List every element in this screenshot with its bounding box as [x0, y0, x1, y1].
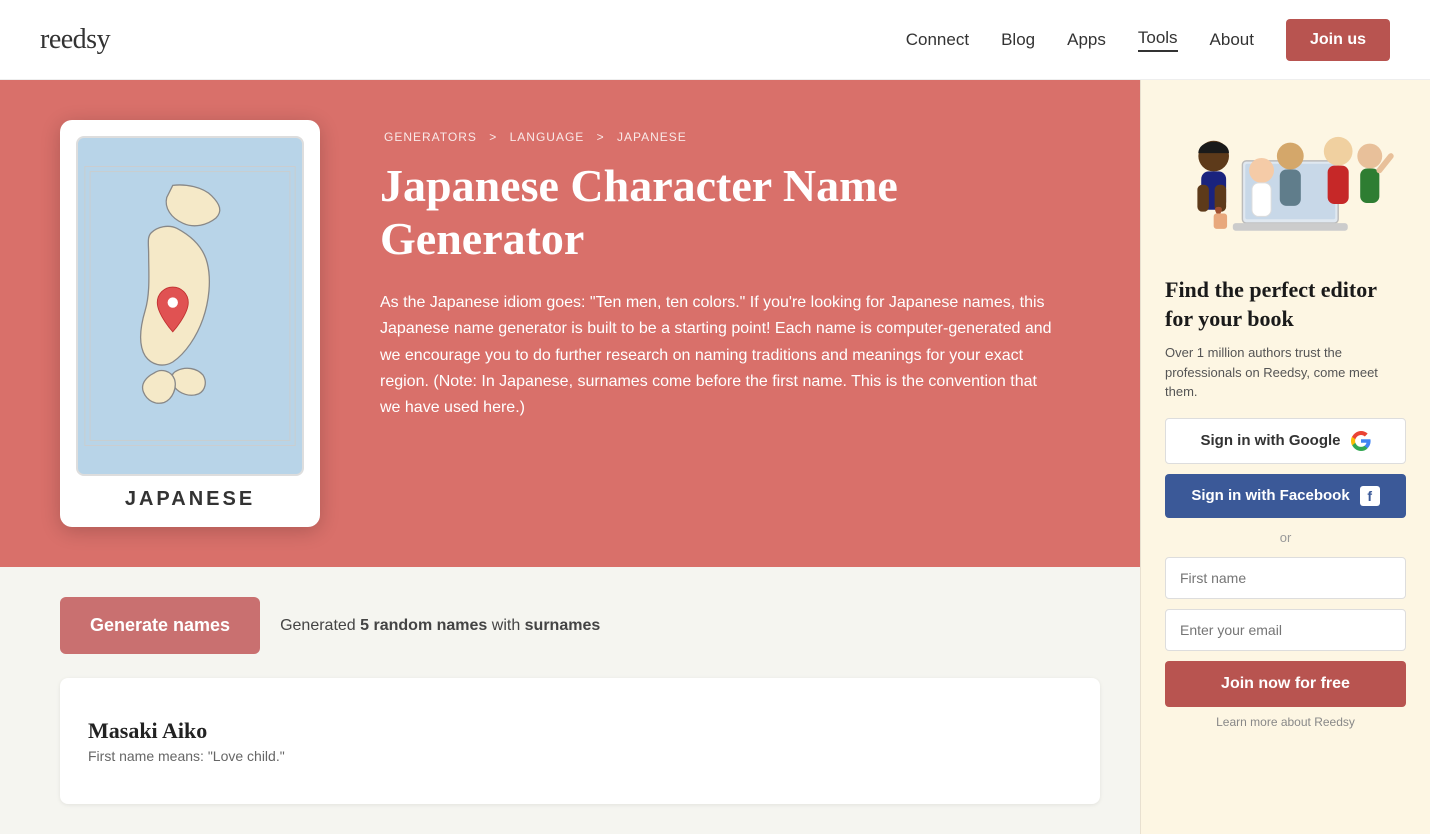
main-layout: JAPANESE GENERATORS > LANGUAGE > JAPANES…	[0, 80, 1430, 834]
facebook-signin-label: Sign in with Facebook	[1191, 487, 1349, 504]
nav-connect[interactable]: Connect	[906, 30, 969, 50]
breadcrumb-japanese: JAPANESE	[617, 130, 687, 144]
nav-tools[interactable]: Tools	[1138, 28, 1178, 52]
logo[interactable]: reedsy	[40, 24, 110, 56]
japan-card: JAPANESE	[60, 120, 320, 527]
google-signin-label: Sign in with Google	[1201, 432, 1341, 449]
sidebar: Find the perfect editor for your book Ov…	[1140, 80, 1430, 834]
generate-button[interactable]: Generate names	[60, 597, 260, 654]
page-title: Japanese Character Name Generator	[380, 160, 1100, 266]
map-area	[76, 136, 304, 476]
google-icon	[1351, 431, 1371, 451]
hero-description: As the Japanese idiom goes: "Ten men, te…	[380, 290, 1060, 422]
hero-text: GENERATORS > LANGUAGE > JAPANESE Japanes…	[380, 120, 1100, 527]
generate-row: Generate names Generated 5 random names …	[60, 597, 1100, 654]
card-label: JAPANESE	[76, 488, 304, 511]
or-divider: or	[1165, 530, 1406, 545]
sidebar-content: Find the perfect editor for your book Ov…	[1141, 260, 1430, 749]
random-names-label: random names	[374, 617, 488, 634]
nav-apps[interactable]: Apps	[1067, 30, 1106, 50]
facebook-icon: f	[1360, 486, 1380, 506]
generated-summary: Generated 5 random names with surnames	[280, 617, 600, 635]
join-free-button[interactable]: Join now for free	[1165, 661, 1406, 707]
card-wrapper: JAPANESE	[60, 120, 340, 527]
sidebar-description: Over 1 million authors trust the profess…	[1165, 343, 1406, 402]
breadcrumb-sep1: >	[489, 130, 501, 144]
header: reedsy Connect Blog Apps Tools About Joi…	[0, 0, 1430, 80]
nav: Connect Blog Apps Tools About Join us	[906, 19, 1390, 61]
google-signin-button[interactable]: Sign in with Google	[1165, 418, 1406, 464]
generator-section: Generate names Generated 5 random names …	[0, 567, 1140, 834]
breadcrumb-generators[interactable]: GENERATORS	[384, 130, 477, 144]
sidebar-illustration	[1141, 80, 1430, 260]
sidebar-title: Find the perfect editor for your book	[1165, 276, 1406, 333]
japan-map-svg	[78, 138, 302, 474]
learn-more-text: Learn more about Reedsy	[1165, 715, 1406, 729]
email-input[interactable]	[1165, 609, 1406, 651]
nav-about[interactable]: About	[1210, 30, 1254, 50]
name-meaning: First name means: "Love child."	[88, 748, 1072, 764]
nav-blog[interactable]: Blog	[1001, 30, 1035, 50]
name-value: Masaki Aiko	[88, 718, 1072, 744]
name-results: Masaki Aiko First name means: "Love chil…	[60, 678, 1100, 804]
type-label: surnames	[525, 617, 601, 634]
name-item: Masaki Aiko First name means: "Love chil…	[88, 702, 1072, 780]
breadcrumb: GENERATORS > LANGUAGE > JAPANESE	[380, 130, 1100, 144]
join-us-button[interactable]: Join us	[1286, 19, 1390, 61]
breadcrumb-language[interactable]: LANGUAGE	[510, 130, 585, 144]
content-area: JAPANESE GENERATORS > LANGUAGE > JAPANES…	[0, 80, 1140, 834]
hero-section: JAPANESE GENERATORS > LANGUAGE > JAPANES…	[0, 80, 1140, 567]
team-illustration	[1161, 100, 1410, 260]
first-name-input[interactable]	[1165, 557, 1406, 599]
breadcrumb-sep2: >	[597, 130, 609, 144]
name-count: 5	[360, 617, 369, 634]
facebook-signin-button[interactable]: Sign in with Facebook f	[1165, 474, 1406, 518]
